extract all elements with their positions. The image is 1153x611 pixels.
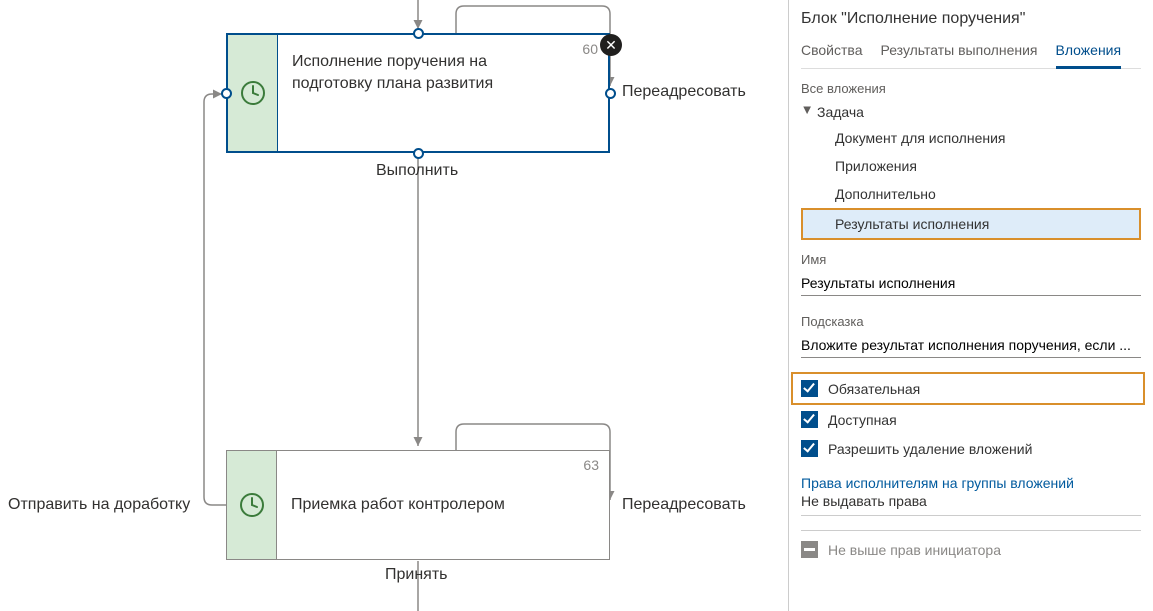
block-number: 60 (582, 41, 598, 57)
checkbox-not-above-label: Не выше прав инициатора (828, 542, 1001, 558)
properties-panel: Блок "Исполнение поручения" Свойства Рез… (788, 0, 1153, 611)
tab-results[interactable]: Результаты выполнения (880, 36, 1037, 68)
attachments-tree: ▶ Задача Документ для исполнения Приложе… (801, 100, 1141, 240)
block-review-by-controller[interactable]: Приемка работ контролером 63 (226, 450, 610, 560)
divider (801, 530, 1141, 531)
close-icon[interactable]: ✕ (600, 34, 622, 56)
checkbox-allow-delete[interactable] (801, 440, 818, 457)
checkbox-not-above-row: Не выше прав инициатора (801, 541, 1141, 558)
block-title-line2: подготовку плана развития (292, 73, 594, 95)
port-top[interactable] (413, 28, 424, 39)
clock-icon (240, 80, 266, 106)
tree-group-task[interactable]: ▶ Задача (801, 100, 1141, 124)
name-input[interactable] (801, 271, 1141, 296)
name-label: Имя (801, 252, 1141, 267)
port-left[interactable] (221, 88, 232, 99)
block-title: Приемка работ контролером (277, 451, 609, 559)
checkbox-available[interactable] (801, 411, 818, 428)
checkbox-available-row[interactable]: Доступная (801, 405, 1141, 434)
tree-group-label: Задача (817, 104, 864, 120)
port-right[interactable] (605, 88, 616, 99)
checkbox-indeterminate-icon (801, 541, 818, 558)
checkbox-available-label: Доступная (828, 412, 897, 428)
diagram-canvas[interactable]: Исполнение поручения на подготовку плана… (0, 0, 788, 611)
edge-label-accept: Принять (385, 566, 448, 584)
edge-label-forward: Переадресовать (622, 83, 746, 101)
permissions-value: Не выдавать права (801, 491, 1141, 516)
checkbox-allow-delete-row[interactable]: Разрешить удаление вложений (801, 434, 1141, 463)
block-title: Исполнение поручения на подготовку плана… (278, 35, 608, 151)
port-bottom[interactable] (413, 148, 424, 159)
block-number: 63 (583, 457, 599, 473)
all-attachments-label: Все вложения (801, 81, 1141, 96)
block-stripe (228, 35, 278, 151)
block-title-line1: Исполнение поручения на (292, 51, 594, 73)
tab-attachments[interactable]: Вложения (1056, 36, 1122, 69)
checkbox-required-row[interactable]: Обязательная (791, 372, 1145, 405)
edge-label-return: Отправить на доработку (8, 496, 190, 514)
panel-tabs: Свойства Результаты выполнения Вложения (801, 36, 1141, 69)
tree-item-results[interactable]: Результаты исполнения (801, 208, 1141, 240)
checkbox-allow-delete-label: Разрешить удаление вложений (828, 441, 1032, 457)
tab-properties[interactable]: Свойства (801, 36, 862, 68)
edge-label-execute: Выполнить (376, 162, 458, 180)
block-execute-assignment[interactable]: Исполнение поручения на подготовку плана… (226, 33, 610, 153)
tree-item-doc[interactable]: Документ для исполнения (801, 124, 1141, 152)
panel-title: Блок "Исполнение поручения" (801, 10, 1141, 28)
checkbox-required-label: Обязательная (828, 381, 920, 397)
hint-input[interactable] (801, 333, 1141, 358)
block-stripe (227, 451, 277, 559)
edge-label-forward-2: Переадресовать (622, 496, 746, 514)
tree-item-apps[interactable]: Приложения (801, 152, 1141, 180)
checkbox-required[interactable] (801, 380, 818, 397)
permissions-link[interactable]: Права исполнителям на группы вложений (801, 475, 1141, 491)
tree-item-extra[interactable]: Дополнительно (801, 180, 1141, 208)
chevron-down-icon: ▶ (802, 106, 813, 118)
clock-icon (239, 492, 265, 518)
hint-label: Подсказка (801, 314, 1141, 329)
